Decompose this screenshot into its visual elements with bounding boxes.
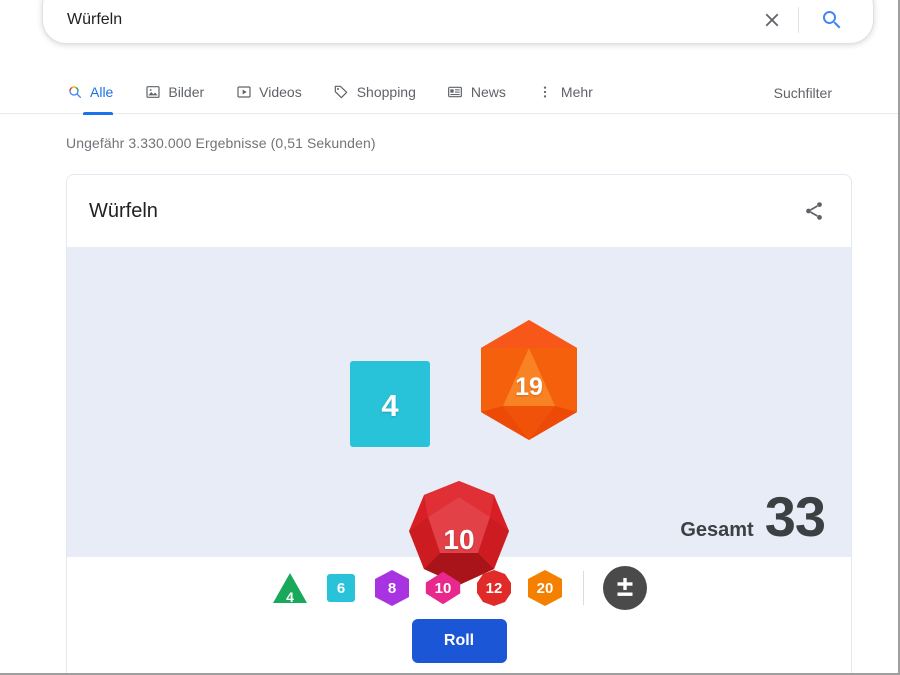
- search-filters-button[interactable]: Suchfilter: [774, 85, 832, 101]
- page-title: Würfeln: [89, 199, 158, 222]
- rolled-die-d6[interactable]: 4: [350, 361, 430, 447]
- search-bar[interactable]: [42, 0, 874, 44]
- search-bar-container: [42, 0, 874, 44]
- tab-shopping[interactable]: Shopping: [333, 72, 416, 114]
- total-label: Gesamt: [680, 519, 754, 541]
- plus-minus-icon[interactable]: [603, 566, 647, 610]
- card-header: Würfeln: [67, 175, 851, 247]
- video-play-icon: [235, 84, 252, 101]
- d20-hexagon-shape: [528, 570, 562, 606]
- select-die-d4[interactable]: 4: [271, 569, 309, 607]
- roll-button[interactable]: Roll: [411, 619, 507, 663]
- d6-square-shape: [350, 361, 430, 447]
- tag-icon: [333, 84, 350, 101]
- tab-label: Bilder: [168, 84, 205, 100]
- total-display: Gesamt 33: [680, 485, 826, 548]
- tab-label: Mehr: [560, 84, 593, 100]
- total-value: 33: [764, 485, 826, 548]
- share-icon[interactable]: [799, 196, 829, 226]
- google-search-icon: [66, 84, 83, 101]
- rolled-die-d20[interactable]: 19: [473, 318, 585, 442]
- d12-decagon-shape: [477, 570, 511, 606]
- select-die-d12[interactable]: 12: [475, 569, 513, 607]
- tab-alle[interactable]: Alle: [66, 72, 114, 115]
- d8-hexagon-shape: [375, 570, 409, 606]
- search-input[interactable]: [67, 0, 752, 43]
- tab-label: Videos: [259, 84, 302, 100]
- d10-kite-shape: [425, 571, 461, 605]
- tab-videos[interactable]: Videos: [235, 72, 302, 114]
- roll-button-row: Roll: [67, 619, 851, 675]
- image-icon: [144, 84, 161, 101]
- newspaper-icon: [447, 84, 464, 101]
- dice-roller-card: Würfeln 4 19 10 Gesamt 33 4 6 8 10 12 20…: [66, 174, 852, 675]
- select-die-d6[interactable]: 6: [322, 569, 360, 607]
- tab-label: News: [470, 84, 506, 100]
- search-nav-tabs: Alle Bilder Videos Shopping News Mehr Su…: [0, 72, 898, 115]
- tab-label: Shopping: [356, 84, 416, 100]
- result-stats: Ungefähr 3.330.000 Ergebnisse (0,51 Seku…: [66, 135, 376, 151]
- tab-label: Alle: [90, 84, 114, 100]
- close-icon[interactable]: [752, 0, 792, 40]
- selector-divider: [583, 571, 584, 605]
- d4-triangle-shape: [273, 573, 307, 603]
- select-die-d10[interactable]: 10: [424, 569, 462, 607]
- d6-square-shape: [327, 574, 355, 602]
- dice-stage: 4 19 10 Gesamt 33: [67, 247, 851, 585]
- d20-icosahedron-shape: [481, 320, 577, 440]
- tab-bilder[interactable]: Bilder: [144, 72, 204, 114]
- tab-mehr[interactable]: Mehr: [537, 72, 593, 114]
- select-die-d8[interactable]: 8: [373, 569, 411, 607]
- search-icon[interactable]: [809, 0, 855, 40]
- select-die-d20[interactable]: 20: [526, 569, 564, 607]
- search-divider: [798, 7, 799, 33]
- tab-news[interactable]: News: [447, 72, 506, 114]
- more-vertical-icon: [537, 84, 554, 101]
